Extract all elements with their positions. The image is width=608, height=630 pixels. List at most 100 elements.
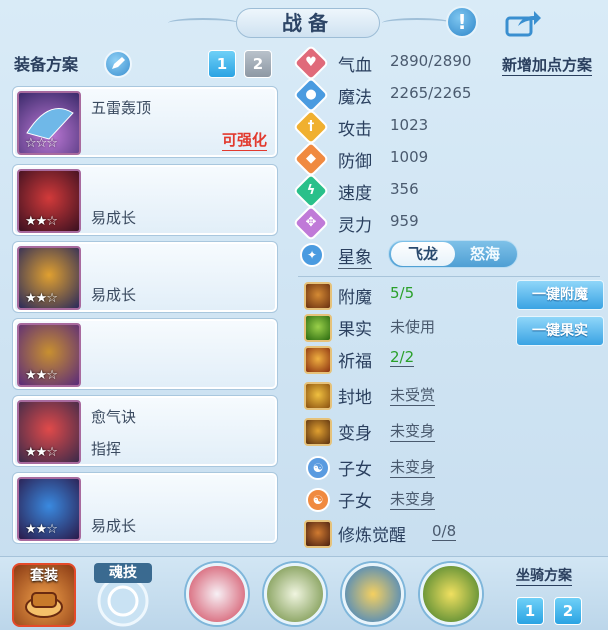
extra-label: 修炼觉醒 — [338, 526, 406, 546]
skill-slot-1-icon[interactable] — [186, 563, 248, 625]
exclamation-icon: ! — [457, 10, 467, 34]
extra-row-child-1: ☯ 子女 未变身 — [296, 452, 606, 482]
extra-row-transform: 变身 未变身 — [296, 416, 606, 446]
constellation-toggle: 飞龙 怒海 — [388, 240, 518, 268]
share-icon[interactable] — [504, 8, 542, 38]
equipment-slot-6[interactable]: ★★☆ 易成长 — [12, 472, 278, 544]
extra-label: 果实 — [338, 320, 372, 340]
equipment-slot-3[interactable]: ★★☆ 易成长 — [12, 241, 278, 313]
suit-button[interactable]: 套装 — [12, 563, 76, 627]
extra-row-blessing: 祈福 2/2 — [296, 344, 606, 374]
star-rating: ★★☆ — [25, 445, 58, 460]
equipment-slot-1[interactable]: ☆☆☆ 五雷轰顶 可强化 — [12, 86, 278, 158]
stat-value: 1009 — [390, 148, 429, 166]
equipment-slot-5[interactable]: ★★☆ 愈气诀 指挥 — [12, 395, 278, 467]
extra-label: 附魔 — [338, 288, 372, 308]
stat-row-mp: ● 魔法 2265/2265 — [292, 76, 606, 114]
boots-icon: ★★☆ — [17, 477, 81, 541]
armor-icon: ★★☆ — [17, 246, 81, 310]
star-rating: ★★☆ — [25, 522, 58, 537]
skill-slot-3-icon[interactable] — [342, 563, 404, 625]
helmet-icon: ★★☆ — [17, 169, 81, 233]
extra-value[interactable]: 未变身 — [390, 488, 436, 510]
stat-value: 2890/2890 — [390, 52, 472, 70]
stat-label: 防御 — [338, 152, 372, 172]
extra-value[interactable]: 未受赏 — [390, 384, 436, 406]
bottom-bar: 套装 魂技 坐骑方案 1 2 — [0, 556, 608, 630]
stat-value: 2265/2265 — [390, 84, 472, 102]
equipment-slot-4[interactable]: ★★☆ — [12, 318, 278, 390]
fan-weapon-icon: ☆☆☆ — [17, 91, 81, 155]
slot-item-name: 五雷轰顶 — [91, 99, 152, 117]
divider — [298, 276, 600, 277]
child-icon: ☯ — [306, 456, 330, 480]
equipment-plan-heading: 装备方案 — [14, 55, 79, 74]
extra-label: 子女 — [338, 492, 372, 512]
extra-value[interactable]: 未变身 — [390, 420, 436, 442]
stat-row-attack: † 攻击 1023 — [292, 108, 606, 146]
title-ornament-right — [382, 18, 452, 28]
enchant-all-button[interactable]: 一键附魔 — [516, 280, 604, 310]
mount-plan-2-button[interactable]: 2 — [554, 597, 582, 625]
shield-icon: ◆ — [292, 140, 330, 178]
equipment-panel: 装备方案 1 2 ☆☆☆ 五雷轰顶 可强化 ★★☆ 易成长 ★★☆ 易成长 ★★… — [8, 44, 284, 556]
fruit-icon — [304, 314, 332, 342]
fruit-all-button[interactable]: 一键果实 — [516, 316, 604, 346]
stats-panel: 新增加点方案 ♥ 气血 2890/2890 ● 魔法 2265/2265 † 攻… — [290, 44, 608, 556]
stat-value: 356 — [390, 180, 419, 198]
extra-value[interactable]: 0/8 — [432, 522, 457, 541]
extra-row-child-2: ☯ 子女 未变身 — [296, 484, 606, 514]
constellation-option-flying-dragon[interactable]: 飞龙 — [391, 242, 455, 266]
cultivation-icon — [304, 520, 332, 548]
star-rating: ★★☆ — [25, 214, 58, 229]
slot-item-trait: 指挥 — [91, 440, 122, 458]
extra-value: 未使用 — [390, 318, 436, 336]
extra-label: 封地 — [338, 388, 372, 408]
skill-slot-4-icon[interactable] — [420, 563, 482, 625]
slot-item-trait: 易成长 — [91, 286, 137, 304]
fief-icon — [304, 382, 332, 410]
soul-skill-label: 魂技 — [94, 563, 152, 583]
stat-label: 攻击 — [338, 120, 372, 140]
extra-row-cultivation: 修炼觉醒 0/8 — [296, 518, 606, 548]
soul-skill-button[interactable]: 魂技 — [90, 563, 156, 627]
mount-plan-1-button[interactable]: 1 — [516, 597, 544, 625]
edit-plan-button[interactable] — [104, 50, 132, 78]
extra-label: 子女 — [338, 460, 372, 480]
star-rating: ★★☆ — [25, 368, 58, 383]
stat-row-defense: ◆ 防御 1009 — [292, 140, 606, 178]
speed-icon: ϟ — [292, 172, 330, 210]
slot-item-trait: 易成长 — [91, 517, 137, 535]
pencil-icon — [112, 57, 125, 69]
star-rating: ☆☆☆ — [25, 136, 58, 151]
stat-row-speed: ϟ 速度 356 — [292, 172, 606, 210]
stat-row-hp: ♥ 气血 2890/2890 — [292, 44, 606, 82]
battle-prep-window: 战备 ! 装备方案 1 2 ☆☆☆ 五雷轰顶 可强化 ★★☆ 易成长 ★★☆ 易… — [0, 0, 608, 630]
skill-slot-2-icon[interactable] — [264, 563, 326, 625]
equipment-plan-1-button[interactable]: 1 — [208, 50, 236, 78]
extra-value[interactable]: 2/2 — [390, 348, 415, 367]
extra-label: 变身 — [338, 424, 372, 444]
slot-item-name: 愈气诀 — [91, 408, 137, 426]
transform-icon — [304, 418, 332, 446]
stat-label: 魔法 — [338, 88, 372, 108]
belt-icon: ★★☆ — [17, 400, 81, 464]
mana-icon: ● — [292, 76, 330, 114]
mount-plan-label[interactable]: 坐骑方案 — [516, 565, 572, 586]
necklace-icon: ★★☆ — [17, 323, 81, 387]
stat-row-spirit: ✥ 灵力 959 — [292, 204, 606, 242]
constellation-option-angry-sea[interactable]: 怒海 — [453, 242, 517, 266]
blessing-icon — [304, 346, 332, 374]
title-bar: 战备 ! — [0, 0, 608, 44]
enchant-icon — [304, 282, 332, 310]
title-ornament-left — [168, 18, 238, 28]
page-title: 战备 — [236, 8, 380, 38]
sword-icon: † — [292, 108, 330, 146]
equipment-plan-2-button[interactable]: 2 — [244, 50, 272, 78]
equipment-slot-2[interactable]: ★★☆ 易成长 — [12, 164, 278, 236]
stat-label: 气血 — [338, 56, 372, 76]
upgradeable-tag[interactable]: 可强化 — [221, 129, 267, 151]
extra-value[interactable]: 未变身 — [390, 456, 436, 478]
help-button[interactable]: ! — [446, 6, 478, 38]
constellation-label[interactable]: 星象 — [338, 243, 372, 269]
